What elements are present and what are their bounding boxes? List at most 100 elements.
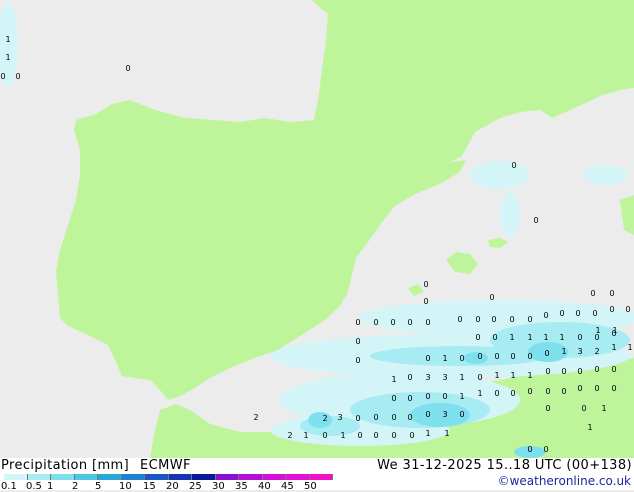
precip-value: 0: [561, 367, 566, 376]
legend-swatch: [168, 474, 192, 480]
legend-label: 10: [119, 481, 132, 492]
precip-value: 1: [5, 35, 10, 44]
map-units: [mm]: [92, 458, 130, 473]
precip-value: 1: [510, 371, 515, 380]
precip-value: 0: [594, 384, 599, 393]
precip-value: 0: [527, 445, 532, 454]
precip-value: 0: [609, 305, 614, 314]
legend-swatch: [309, 474, 333, 480]
legend-label: 40: [258, 481, 271, 492]
legend-label: 35: [235, 481, 248, 492]
precip-value: 0: [425, 410, 430, 419]
precip-value: 0: [477, 373, 482, 382]
precip-value: 0: [611, 365, 616, 374]
precip-value: 0: [355, 414, 360, 423]
legend-label: 25: [189, 481, 202, 492]
precip-value: 0: [355, 337, 360, 346]
precip-value: 0: [459, 410, 464, 419]
precip-value: 0: [407, 413, 412, 422]
precip-value: 0: [592, 309, 597, 318]
precip-value: 1: [611, 343, 616, 352]
precip-value: 2: [287, 431, 292, 440]
precip-value: 0: [425, 354, 430, 363]
legend-swatch: [286, 474, 310, 480]
precip-value: 0: [407, 373, 412, 382]
map-canvas: 1 1 0 0 0 0 0 0 0 0 0 0 0 0 0 0 0 0 0 0 0 0 0 0 0 0 0 0 1 1 0 0 0 1 1 1 1 0 0 0…: [0, 0, 634, 458]
precip-value: 0: [494, 352, 499, 361]
precip-value: 1: [559, 333, 564, 342]
precip-value: 0: [594, 365, 599, 374]
legend-swatch: [121, 474, 145, 480]
precip-value: 0: [544, 349, 549, 358]
precip-value: 0: [355, 356, 360, 365]
legend-swatch: [239, 474, 263, 480]
legend-swatch: [98, 474, 122, 480]
legend-swatch: [51, 474, 75, 480]
legend-label: 30: [212, 481, 225, 492]
precip-value: 3: [442, 410, 447, 419]
precip-value: 3: [337, 413, 342, 422]
precip-value: 0: [489, 293, 494, 302]
legend-swatch: [27, 474, 51, 480]
precip-value: 0: [357, 431, 362, 440]
precip-value: 0: [407, 394, 412, 403]
precip-value: 2: [253, 413, 258, 422]
precip-value: 0: [475, 333, 480, 342]
precip-value: 1: [543, 333, 548, 342]
precip-value: 1: [561, 347, 566, 356]
precip-value: 0: [491, 315, 496, 324]
precip-value: 0: [390, 318, 395, 327]
precip-value: 0: [527, 352, 532, 361]
precip-value: 1: [303, 431, 308, 440]
precip-value: 0: [575, 309, 580, 318]
precip-value: 1: [527, 371, 532, 380]
precip-value: 0: [391, 431, 396, 440]
precip-value: 1: [627, 343, 632, 352]
precip-value: 0: [510, 389, 515, 398]
precip-value: 0: [509, 315, 514, 324]
precip-value: 0: [609, 289, 614, 298]
map-title: Precipitation: [1, 458, 88, 473]
precip-value: 1: [391, 375, 396, 384]
precip-value: 0: [543, 311, 548, 320]
precip-value: 0: [527, 387, 532, 396]
precip-value: 0: [373, 431, 378, 440]
precip-value: 0: [475, 315, 480, 324]
precip-value: 2: [322, 414, 327, 423]
model-name: ECMWF: [140, 458, 191, 473]
precip-value: 0: [391, 394, 396, 403]
legend-swatch: [215, 474, 239, 480]
precip-value: 1: [601, 404, 606, 413]
precip-value: 1: [459, 373, 464, 382]
legend-label: 5: [95, 481, 102, 492]
precip-value: 1: [527, 333, 532, 342]
legend-swatch: [74, 474, 98, 480]
legend-label: 50: [304, 481, 317, 492]
legend-label: 0.1: [1, 481, 17, 492]
legend-swatch: [4, 474, 28, 480]
precip-value: 0: [373, 318, 378, 327]
precip-value: 3: [577, 347, 582, 356]
precip-value: 0: [625, 305, 630, 314]
precip-value: 0: [545, 404, 550, 413]
precip-value: 3: [425, 373, 430, 382]
precip-value: 0: [459, 354, 464, 363]
precip-value: 0: [457, 315, 462, 324]
precip-value: 1: [587, 423, 592, 432]
precip-value: 1: [459, 392, 464, 401]
precip-value: 1: [494, 371, 499, 380]
precip-value: 1: [444, 429, 449, 438]
precip-value: 0: [511, 161, 516, 170]
precip-value: 0: [15, 72, 20, 81]
precip-value: 0: [477, 352, 482, 361]
precip-value: 0: [322, 431, 327, 440]
precip-value: 0: [527, 315, 532, 324]
precip-value: 1: [442, 354, 447, 363]
precip-value: 0: [510, 352, 515, 361]
precip-value: 0: [561, 387, 566, 396]
precip-value: 0: [577, 384, 582, 393]
credit-link[interactable]: ©weatheronline.co.uk: [498, 474, 631, 488]
precip-value: 3: [442, 373, 447, 382]
color-legend: [4, 474, 334, 480]
precip-value: 0: [355, 318, 360, 327]
